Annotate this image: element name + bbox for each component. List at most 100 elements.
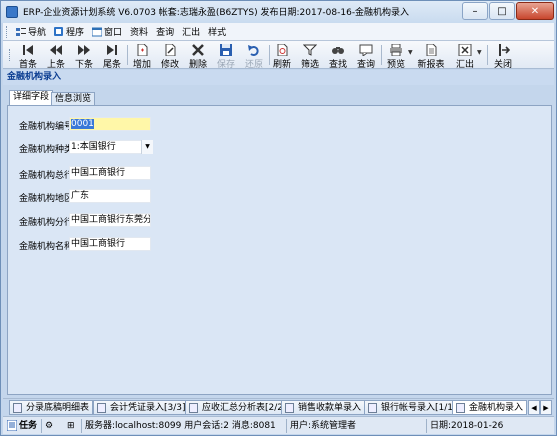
scroll-right-icon[interactable]: ▶	[540, 400, 552, 415]
window-tab-label: 金融机构录入	[469, 403, 524, 413]
window-tab-label: 分录底稿明细表	[26, 403, 90, 413]
printer-icon	[390, 44, 402, 56]
restore-button[interactable]: 还原	[240, 43, 268, 70]
window-tab[interactable]: 销售收款单录入	[281, 400, 366, 415]
region-input[interactable]: 广东	[69, 189, 151, 203]
menu-label: 查询	[156, 28, 175, 38]
edit-button[interactable]: 修改	[156, 43, 184, 70]
menu-grip	[6, 25, 9, 38]
close-icon: ✕	[530, 5, 540, 17]
menu-item-program[interactable]: 程序	[50, 24, 88, 40]
window-tab-label: 销售收款单录入	[298, 403, 362, 413]
chevron-down-icon[interactable]: ▼	[141, 140, 153, 154]
prev-label: 上条	[46, 60, 65, 70]
new-document-icon	[137, 44, 148, 56]
tab-detail-fields[interactable]: 详细字段	[9, 90, 54, 106]
refresh-button[interactable]: 刷新	[268, 43, 296, 70]
close-button[interactable]: 关闭	[489, 43, 517, 70]
field-label: 金融机构种类	[19, 145, 74, 155]
filter-button[interactable]: 筛选	[296, 43, 324, 70]
refresh-label: 刷新	[272, 60, 291, 70]
detail-panel: 金融机构编号 0001 金融机构种类 1:本国银行 ▼ 金融机构总行 中国工商银…	[7, 105, 552, 395]
new-report-button[interactable]: 新报表	[417, 43, 445, 70]
maximize-icon: □	[497, 5, 507, 17]
field-value: 1:本国银行	[71, 142, 116, 152]
first-record-button[interactable]: 首条	[14, 43, 42, 70]
window-tab-label: 银行帐号录入[1/1]	[381, 403, 457, 413]
add-label: 增加	[132, 60, 151, 70]
last-record-button[interactable]: 尾条	[98, 43, 126, 70]
form-title: 金融机构录入	[3, 70, 554, 85]
user-info: 用户:系统管理者	[290, 421, 357, 431]
filter-label: 筛选	[300, 60, 319, 70]
last-icon	[107, 45, 117, 55]
new-report-label: 新报表	[417, 60, 445, 70]
menu-label: 汇出	[182, 28, 201, 38]
menu-item-export[interactable]: 汇出	[178, 24, 204, 40]
export-label: 汇出	[455, 60, 474, 70]
minimize-button[interactable]: –	[462, 2, 488, 20]
window-tab[interactable]: 会计凭证录入[3/3]	[93, 400, 190, 415]
status-indicator-icon: ⚙	[45, 421, 54, 431]
scroll-left-icon[interactable]: ◀	[528, 400, 540, 415]
status-divider	[426, 419, 427, 433]
document-icon	[456, 403, 465, 413]
tab-info-browse[interactable]: 信息浏览	[51, 92, 96, 106]
prev-record-button[interactable]: 上条	[42, 43, 70, 70]
maximize-button[interactable]: □	[489, 2, 515, 20]
delete-button[interactable]: 删除	[184, 43, 212, 70]
preview-button[interactable]: 预览	[382, 43, 410, 70]
window-tab[interactable]: 分录底稿明细表	[9, 400, 94, 415]
delete-label: 删除	[188, 60, 207, 70]
export-icon	[458, 44, 472, 56]
program-icon	[54, 26, 64, 36]
query-label: 查询	[356, 60, 375, 70]
next-icon	[78, 45, 90, 55]
delete-icon	[192, 44, 204, 56]
save-button[interactable]: 保存	[212, 43, 240, 70]
add-button[interactable]: 增加	[128, 43, 156, 70]
menu-item-nav[interactable]: 导航	[12, 24, 50, 40]
export-button[interactable]: 汇出	[451, 43, 479, 70]
preview-dropdown-icon[interactable]: ▼	[408, 49, 413, 56]
close-window-button[interactable]: ✕	[516, 2, 554, 20]
menu-item-window[interactable]: 窗口	[88, 24, 126, 40]
filter-icon	[303, 44, 317, 56]
window-tab[interactable]: 银行帐号录入[1/1]	[364, 400, 461, 415]
window-tab[interactable]: 应收汇总分析表[2/2]	[185, 400, 291, 415]
document-icon	[368, 403, 377, 413]
find-label: 查找	[328, 60, 347, 70]
document-icon	[13, 403, 22, 413]
app-icon	[6, 6, 18, 18]
first-label: 首条	[18, 60, 37, 70]
nav-icon	[16, 27, 26, 36]
menu-item-query[interactable]: 查询	[152, 24, 178, 40]
menu-label: 样式	[208, 28, 227, 38]
menu-item-style[interactable]: 样式	[204, 24, 230, 40]
window-tab-active[interactable]: 金融机构录入	[452, 400, 528, 415]
status-divider	[286, 419, 287, 433]
edit-label: 修改	[160, 60, 179, 70]
next-record-button[interactable]: 下条	[70, 43, 98, 70]
find-button[interactable]: 查找	[324, 43, 352, 70]
menu-label: 资料	[130, 28, 149, 38]
task-label[interactable]: 任务	[19, 420, 37, 433]
query-button[interactable]: 查询	[352, 43, 380, 70]
task-icon	[7, 420, 17, 431]
minimize-icon: –	[472, 5, 478, 17]
toolbar: 首条 上条 下条 尾条 增加 修改 删除 保存 还原 刷新 筛选 查找 查询 预…	[3, 41, 554, 70]
preview-label: 预览	[386, 60, 405, 70]
field-label: 金融机构编号	[19, 122, 74, 132]
institution-code-input[interactable]: 0001	[69, 117, 151, 131]
field-value: 0001	[71, 119, 94, 129]
menu-item-data[interactable]: 资料	[126, 24, 152, 40]
menu-label: 导航	[28, 28, 47, 38]
undo-icon	[248, 45, 259, 56]
name-input[interactable]: 中国工商银行	[69, 237, 151, 251]
refresh-icon	[277, 44, 288, 56]
next-label: 下条	[74, 60, 93, 70]
head-office-input[interactable]: 中国工商银行	[69, 166, 151, 180]
export-dropdown-icon[interactable]: ▼	[477, 49, 482, 56]
branch-input[interactable]: 中国工商银行东莞分行	[69, 213, 151, 227]
binoculars-icon	[332, 47, 344, 54]
